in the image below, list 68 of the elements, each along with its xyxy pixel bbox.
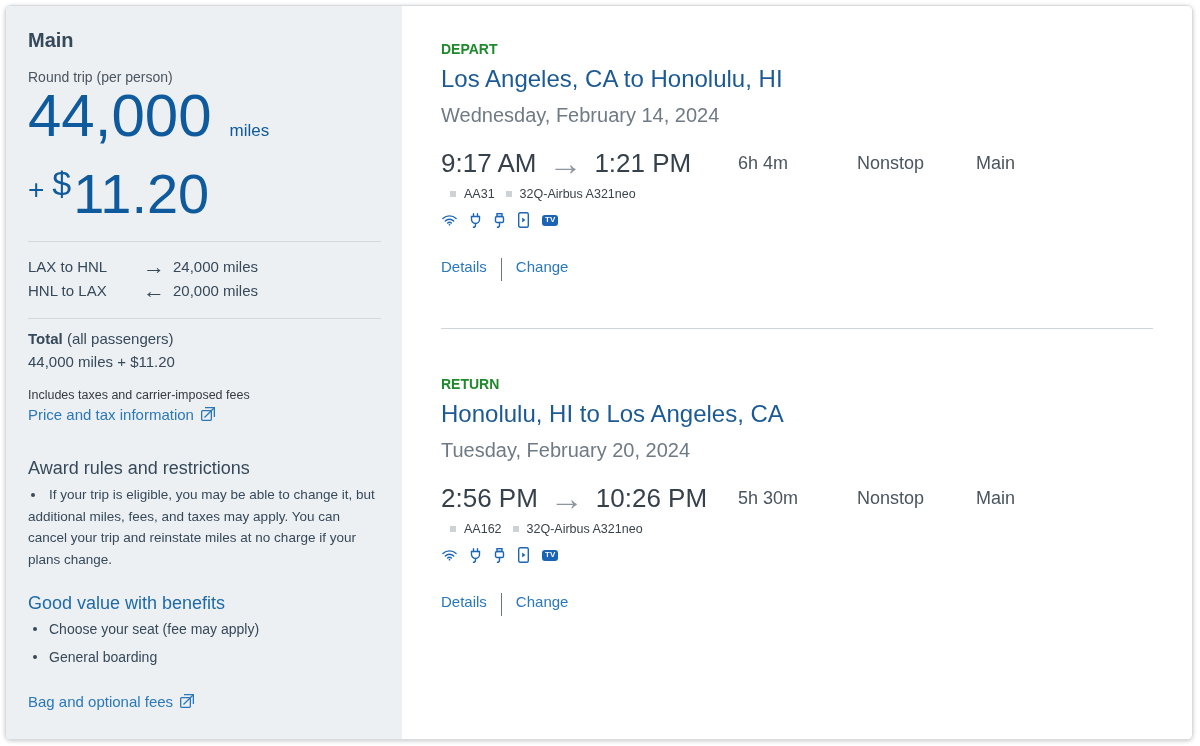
bullet-icon bbox=[33, 626, 37, 631]
price-info-link[interactable]: Price and tax information bbox=[28, 404, 215, 426]
external-link-icon bbox=[200, 407, 215, 421]
link[interactable]: Change bbox=[515, 255, 569, 278]
cabin: Main bbox=[976, 152, 1015, 175]
phone-play-icon bbox=[518, 212, 529, 228]
currency-sign: $ bbox=[52, 166, 72, 200]
leg-route: LAX to HNL bbox=[28, 256, 109, 277]
duration: 6h 4m bbox=[738, 152, 789, 173]
flight-date: Tuesday, February 20, 2024 bbox=[441, 438, 691, 463]
stops: Nonstop bbox=[857, 152, 925, 173]
benefit-item: General boarding bbox=[49, 647, 158, 667]
cash-amount: 11.20 bbox=[73, 166, 210, 222]
leg-arrow: → bbox=[143, 255, 166, 279]
plus-sign: + bbox=[28, 176, 45, 204]
slice-label: DEPART bbox=[441, 40, 498, 58]
route-title: Los Angeles, CA to Honolulu, HI bbox=[441, 64, 783, 94]
leg-arrow: ← bbox=[143, 279, 166, 303]
cabin: Main bbox=[976, 487, 1015, 510]
flight-date: Wednesday, February 14, 2024 bbox=[441, 103, 720, 128]
leg-route: HNL to LAX bbox=[28, 280, 108, 301]
tv-badge: TV bbox=[542, 549, 559, 561]
route-title: Honolulu, HI to Los Angeles, CA bbox=[441, 399, 784, 429]
miles-amount: 44,000 bbox=[28, 86, 212, 146]
plug-icon bbox=[470, 547, 481, 563]
price-label: Round trip (per person) bbox=[28, 68, 173, 86]
square-icon bbox=[450, 526, 456, 532]
total-value: 44,000 miles + $11.20 bbox=[28, 352, 175, 372]
depart-time: 2:56 PM bbox=[441, 482, 538, 514]
external-link-icon bbox=[180, 693, 195, 708]
tv-badge: TV bbox=[542, 214, 559, 226]
square-icon bbox=[512, 526, 519, 532]
benefits-heading: Good value with benefits bbox=[28, 591, 226, 615]
time-arrow: → bbox=[549, 482, 584, 514]
leg-miles: 20,000 miles bbox=[173, 280, 259, 301]
miles-unit: miles bbox=[229, 121, 270, 141]
phone-play-icon bbox=[518, 547, 529, 563]
bag-fees-link[interactable]: Bag and optional fees bbox=[28, 690, 195, 713]
square-icon bbox=[505, 191, 512, 197]
wifi-icon bbox=[442, 214, 457, 226]
usb-plug-icon bbox=[494, 212, 505, 228]
leg-miles: 24,000 miles bbox=[173, 256, 259, 277]
total-label: Total (all passengers) bbox=[28, 329, 174, 349]
stops: Nonstop bbox=[857, 487, 925, 508]
depart-time: 9:17 AM bbox=[441, 147, 537, 179]
bullet-icon bbox=[33, 654, 37, 659]
link[interactable]: Details bbox=[441, 255, 487, 278]
benefit-item: Choose your seat (fee may apply) bbox=[49, 619, 260, 639]
arrive-time: 10:26 PM bbox=[595, 482, 708, 514]
link[interactable]: Details bbox=[441, 590, 487, 613]
aircraft: 32Q-Airbus A321neo bbox=[526, 521, 643, 537]
plug-icon bbox=[470, 212, 481, 228]
bullet-icon bbox=[31, 493, 35, 498]
fees-note: Includes taxes and carrier-imposed fees bbox=[28, 387, 250, 404]
time-arrow: → bbox=[548, 147, 583, 179]
flight-number: AA31 bbox=[464, 186, 495, 202]
aircraft: 32Q-Airbus A321neo bbox=[519, 186, 636, 202]
slice-label: RETURN bbox=[441, 375, 500, 393]
arrive-time: 1:21 PM bbox=[594, 147, 692, 179]
usb-plug-icon bbox=[494, 547, 505, 563]
duration: 5h 30m bbox=[738, 487, 799, 508]
rules-text: If your trip is eligible, you may be able to change it, but additional miles, fees, and taxes may apply. You can cancel your trip and reinstate miles at no charge if your plans change. bbox=[28, 486, 376, 570]
wifi-icon bbox=[442, 549, 457, 561]
fare-title: Main bbox=[28, 28, 74, 52]
flight-number: AA162 bbox=[464, 521, 502, 537]
square-icon bbox=[450, 191, 456, 197]
rules-heading: Award rules and restrictions bbox=[28, 457, 250, 480]
link[interactable]: Change bbox=[515, 590, 569, 613]
